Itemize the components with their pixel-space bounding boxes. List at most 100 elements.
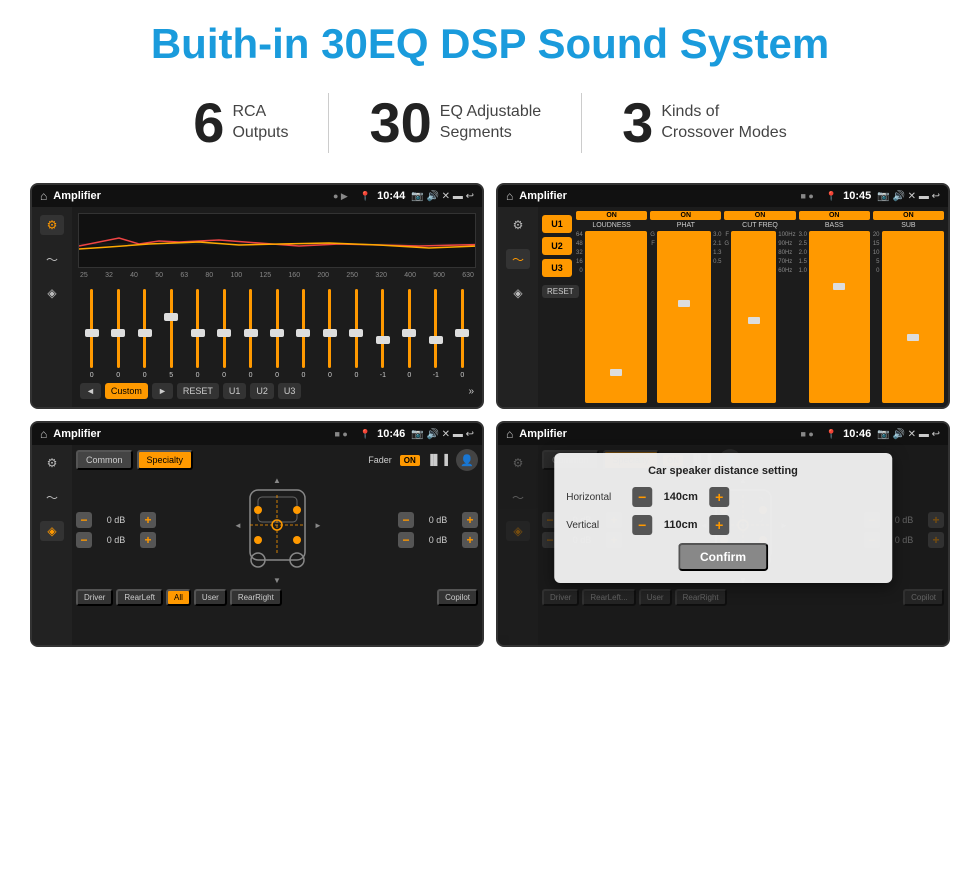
app-title-1: Amplifier	[53, 190, 327, 202]
eq-thumb-250[interactable]	[349, 329, 363, 337]
nav-wave-icon-2[interactable]: 〜	[506, 249, 530, 269]
db-row-4: − 0 dB +	[398, 532, 478, 548]
crossover-reset[interactable]: RESET	[542, 285, 579, 298]
eq-slider-col-63[interactable]: 0	[186, 289, 209, 379]
band-track-4[interactable]	[882, 231, 945, 403]
eq-sliders: 00050000000-10-10	[78, 283, 476, 379]
preset-u2[interactable]: U2	[542, 237, 572, 255]
btn-driver[interactable]: Driver	[76, 589, 113, 606]
on-badge: ON	[400, 455, 420, 466]
eq-thumb-400[interactable]	[402, 329, 416, 337]
band-thumb-3[interactable]	[833, 283, 845, 290]
nav-speaker-icon[interactable]: ◈	[40, 283, 64, 303]
band-slider-area-3: 3.02.52.01.51.0	[799, 231, 870, 403]
band-thumb-0[interactable]	[610, 369, 622, 376]
tab-common[interactable]: Common	[76, 450, 133, 470]
eq-slider-col-630[interactable]: 0	[451, 289, 474, 379]
eq-thumb-630[interactable]	[455, 329, 469, 337]
eq-slider-col-50[interactable]: 5	[159, 289, 182, 379]
db-minus-1[interactable]: −	[76, 512, 92, 528]
nav-eq-icon-3[interactable]: ⚙	[40, 453, 64, 473]
tab-specialty[interactable]: Specialty	[137, 450, 194, 470]
eq-slider-col-400[interactable]: 0	[398, 289, 421, 379]
confirm-button[interactable]: Confirm	[678, 543, 768, 571]
nav-speaker-icon-2[interactable]: ◈	[506, 283, 530, 303]
eq-main: 253240506380100125160200250320400500630 …	[72, 207, 482, 407]
dist-side-nav: ⚙ 〜 ◈	[498, 445, 538, 645]
db-plus-2[interactable]: +	[140, 532, 156, 548]
nav-wave-icon[interactable]: 〜	[40, 249, 64, 269]
eq-thumb-100[interactable]	[244, 329, 258, 337]
btn-user[interactable]: User	[194, 589, 227, 606]
vertical-plus[interactable]: +	[709, 515, 729, 535]
time-4: 10:46	[843, 428, 871, 440]
eq-thumb-125[interactable]	[270, 329, 284, 337]
eq-slider-col-32[interactable]: 0	[106, 289, 129, 379]
eq-slider-col-40[interactable]: 0	[133, 289, 156, 379]
eq-val-500: -1	[433, 372, 439, 379]
band-thumb-2[interactable]	[748, 317, 760, 324]
eq-slider-col-125[interactable]: 0	[265, 289, 288, 379]
db-value-4: 0 dB	[417, 535, 459, 545]
svg-text:◄: ◄	[234, 521, 242, 530]
db-plus-3[interactable]: +	[462, 512, 478, 528]
eq-thumb-160[interactable]	[296, 329, 310, 337]
band-left-vals-4: 20151050	[873, 231, 880, 403]
eq-slider-col-500[interactable]: -1	[424, 289, 447, 379]
screen-crossover: ⌂ Amplifier ■ ● 📍 10:45 📷 🔊 ✕ ▬ ↩ ⚙ 〜 ◈ …	[496, 183, 950, 409]
db-plus-1[interactable]: +	[140, 512, 156, 528]
db-minus-4[interactable]: −	[398, 532, 414, 548]
eq-u2-btn[interactable]: U2	[250, 383, 274, 399]
db-minus-2[interactable]: −	[76, 532, 92, 548]
nav-eq-icon-2[interactable]: ⚙	[506, 215, 530, 235]
eq-slider-col-250[interactable]: 0	[345, 289, 368, 379]
db-plus-4[interactable]: +	[462, 532, 478, 548]
eq-thumb-200[interactable]	[323, 329, 337, 337]
eq-thumb-63[interactable]	[191, 329, 205, 337]
vertical-minus[interactable]: −	[632, 515, 652, 535]
horizontal-minus[interactable]: −	[632, 487, 652, 507]
eq-thumb-50[interactable]	[164, 313, 178, 321]
btn-all[interactable]: All	[166, 589, 191, 606]
eq-reset-btn[interactable]: RESET	[177, 383, 219, 399]
band-slider-area-2: FG100Hz90Hz80Hz70Hz60Hz	[724, 231, 795, 403]
eq-thumb-80[interactable]	[217, 329, 231, 337]
band-thumb-4[interactable]	[907, 334, 919, 341]
nav-wave-icon-3[interactable]: 〜	[40, 487, 64, 507]
band-track-3[interactable]	[809, 231, 870, 403]
band-track-0[interactable]	[585, 231, 648, 403]
eq-slider-col-320[interactable]: -1	[371, 289, 394, 379]
horizontal-plus[interactable]: +	[709, 487, 729, 507]
eq-slider-col-25[interactable]: 0	[80, 289, 103, 379]
eq-slider-col-80[interactable]: 0	[212, 289, 235, 379]
preset-u1[interactable]: U1	[542, 215, 572, 233]
eq-custom-btn[interactable]: Custom	[105, 383, 148, 399]
band-thumb-1[interactable]	[678, 300, 690, 307]
eq-u3-btn[interactable]: U3	[278, 383, 302, 399]
eq-slider-col-160[interactable]: 0	[292, 289, 315, 379]
user-icon-btn[interactable]: 👤	[456, 449, 478, 471]
band-track-1[interactable]	[657, 231, 711, 403]
nav-eq-icon[interactable]: ⚙	[40, 215, 64, 235]
preset-u3[interactable]: U3	[542, 259, 572, 277]
eq-track-500	[434, 289, 437, 368]
nav-speaker-icon-3[interactable]: ◈	[40, 521, 64, 541]
app-title-2: Amplifier	[519, 190, 794, 202]
eq-thumb-40[interactable]	[138, 329, 152, 337]
eq-prev-btn[interactable]: ◄	[80, 383, 101, 399]
band-track-2[interactable]	[731, 231, 776, 403]
eq-next-btn[interactable]: ►	[152, 383, 173, 399]
eq-thumb-25[interactable]	[85, 329, 99, 337]
eq-thumb-500[interactable]	[429, 336, 443, 344]
eq-slider-col-200[interactable]: 0	[318, 289, 341, 379]
eq-val-63: 0	[196, 372, 200, 379]
btn-copilot[interactable]: Copilot	[437, 589, 478, 606]
band-col-cut-freq: ONCUT FREQFG100Hz90Hz80Hz70Hz60Hz	[724, 211, 795, 403]
btn-rearleft[interactable]: RearLeft	[116, 589, 163, 606]
eq-u1-btn[interactable]: U1	[223, 383, 247, 399]
db-minus-3[interactable]: −	[398, 512, 414, 528]
btn-rearright[interactable]: RearRight	[230, 589, 282, 606]
eq-thumb-320[interactable]	[376, 336, 390, 344]
eq-slider-col-100[interactable]: 0	[239, 289, 262, 379]
eq-thumb-32[interactable]	[111, 329, 125, 337]
